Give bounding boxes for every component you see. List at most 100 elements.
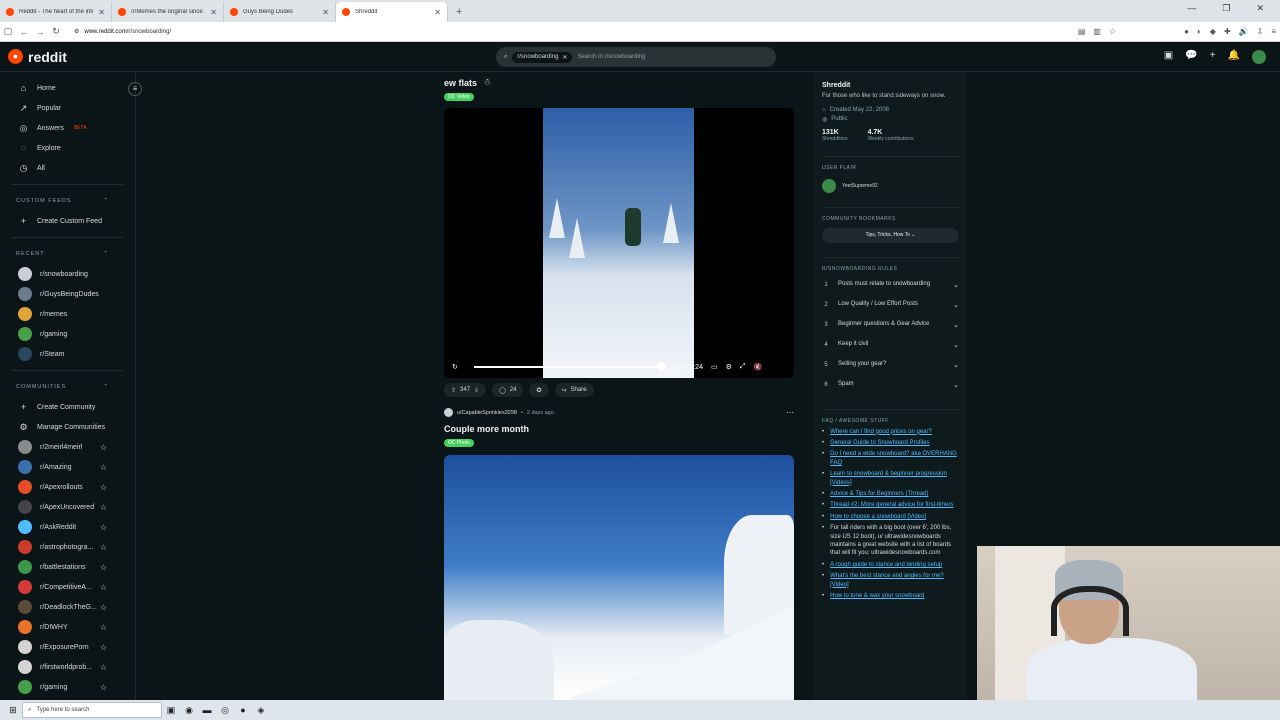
notifications-icon[interactable]: 🔔: [1228, 50, 1240, 64]
faq-link[interactable]: How to tune & wax your snowboard: [830, 592, 924, 600]
faq-link[interactable]: A rough guide to stance and binding setu…: [830, 561, 942, 569]
close-window-icon[interactable]: ✕: [1256, 3, 1264, 14]
faq-link[interactable]: What's the best stance and angles for me…: [830, 572, 959, 589]
nav-all[interactable]: ◷ All: [0, 158, 135, 178]
recent-community-item[interactable]: r/snowboarding: [0, 264, 135, 284]
collapse-sidebar-icon[interactable]: ≡: [128, 82, 142, 96]
collections-icon[interactable]: ▥: [1089, 27, 1105, 36]
refresh-icon[interactable]: ↻: [48, 26, 64, 37]
community-item[interactable]: r/ApexUncovered ☆: [0, 497, 135, 517]
faq-link[interactable]: Advice & Tips for Beginners (Thread): [830, 490, 928, 498]
edge-icon[interactable]: ◉: [180, 705, 198, 716]
post-title[interactable]: ew flats: [444, 78, 477, 88]
close-tab-icon[interactable]: ✕: [210, 8, 217, 17]
community-item[interactable]: r/DIWHY ☆: [0, 617, 135, 637]
volume-icon[interactable]: 🔊: [1235, 27, 1253, 36]
faq-link[interactable]: General Guide to Snowboard Profiles: [830, 439, 929, 447]
steam-icon[interactable]: ◎: [216, 705, 234, 716]
comments-button[interactable]: ◯ 24: [492, 383, 524, 397]
user-flair[interactable]: YeetSupreme92: [822, 178, 959, 193]
recent-community-item[interactable]: r/GuysBeingDudes: [0, 284, 135, 304]
rule-item[interactable]: 6 Spam ⌄: [822, 375, 959, 395]
firefox-icon[interactable]: ●: [234, 705, 252, 715]
community-item[interactable]: r/firstworldprob... ☆: [0, 657, 135, 677]
search-bar[interactable]: ⌕ r/snowboarding ✕ Search in r/snowboardi…: [496, 47, 776, 67]
award-button[interactable]: ✪: [529, 383, 549, 397]
share-button[interactable]: ↪ Share: [554, 383, 594, 397]
favorite-star-icon[interactable]: ☆: [100, 643, 107, 652]
nav-answers[interactable]: ◎ Answers BETA: [0, 118, 135, 138]
communities-section-header[interactable]: COMMUNITIES ⌃: [0, 377, 135, 397]
nav-explore[interactable]: ◌ Explore: [0, 138, 135, 158]
post-flair[interactable]: OC Video: [444, 93, 474, 101]
community-item[interactable]: r/Apexrollouts ☆: [0, 477, 135, 497]
browser-tab[interactable]: Reddit - The heart of the intern ✕: [0, 2, 112, 22]
video-player[interactable]: ↻ 0:24 / 0:24 ▭ ⚙ ⤢ 🔇: [444, 108, 794, 378]
url-field[interactable]: ⚙ www.reddit.com/r/snowboarding/: [74, 28, 171, 36]
post-flair[interactable]: OC Photo: [444, 439, 474, 447]
extensions-icon[interactable]: ✚: [1220, 27, 1235, 36]
favorite-star-icon[interactable]: ☆: [1105, 27, 1120, 36]
recent-section-header[interactable]: RECENT ⌃: [0, 244, 135, 264]
faq-link[interactable]: How to choose a snowboard [Video]: [830, 513, 926, 521]
post-image[interactable]: [444, 455, 794, 700]
extension-icon[interactable]: ●: [1180, 27, 1193, 36]
rule-item[interactable]: 1 Posts must relate to snowboarding ⌄: [822, 275, 959, 295]
post-title[interactable]: Couple more month: [444, 424, 529, 434]
video-progress-bar[interactable]: [473, 362, 666, 371]
task-view-icon[interactable]: ▣: [162, 705, 180, 716]
custom-feeds-section-header[interactable]: CUSTOM FEEDS ⌃: [0, 191, 135, 211]
nav-popular[interactable]: ↗ Popular: [0, 98, 135, 118]
rule-item[interactable]: 4 Keep it civil ⌄: [822, 335, 959, 355]
favorite-star-icon[interactable]: ☆: [100, 623, 107, 632]
nav-home[interactable]: ⌂ Home: [0, 78, 135, 98]
create-custom-feed-button[interactable]: + Create Custom Feed: [0, 211, 135, 231]
community-item[interactable]: r/AskReddit ☆: [0, 517, 135, 537]
replay-icon[interactable]: ↻: [452, 363, 458, 371]
close-tab-icon[interactable]: ✕: [434, 8, 441, 17]
community-item[interactable]: r/CompetitiveA... ☆: [0, 577, 135, 597]
clear-chip-icon[interactable]: ✕: [562, 54, 567, 61]
browser-tab[interactable]: Guys Being Dudes ✕: [224, 2, 336, 22]
favorite-star-icon[interactable]: ☆: [100, 443, 107, 452]
community-item[interactable]: r/gaming ☆: [0, 677, 135, 697]
faq-link[interactable]: Do I need a wide snowboard? aka OVERHANG…: [830, 450, 959, 467]
extension-icon[interactable]: ◆: [1206, 27, 1220, 36]
restore-icon[interactable]: ❐: [1222, 3, 1230, 14]
new-tab-icon[interactable]: +: [448, 2, 470, 22]
recent-community-item[interactable]: r/Steam: [0, 344, 135, 364]
community-item[interactable]: r/astrophotogra... ☆: [0, 537, 135, 557]
file-explorer-icon[interactable]: ▬: [198, 705, 216, 715]
community-item[interactable]: r/2meirl4meirl ☆: [0, 437, 135, 457]
advertise-icon[interactable]: ▣: [1164, 50, 1173, 64]
captions-icon[interactable]: ▭: [711, 363, 718, 371]
rule-item[interactable]: 3 Beginner questions & Gear Advice ⌄: [822, 315, 959, 335]
search-input[interactable]: Search in r/snowboarding: [577, 54, 645, 60]
rule-item[interactable]: 2 Low Quality / Low Effort Posts ⌄: [822, 295, 959, 315]
more-options-icon[interactable]: ⋯: [786, 408, 794, 417]
fullscreen-icon[interactable]: ⤢: [740, 363, 746, 371]
faq-link[interactable]: Thread #2: More general advice for first…: [830, 501, 953, 509]
favorite-star-icon[interactable]: ☆: [100, 483, 107, 492]
site-info-icon[interactable]: ⚙: [74, 28, 79, 35]
downloads-icon[interactable]: ⇩: [1253, 27, 1268, 36]
forward-icon[interactable]: →: [32, 27, 48, 37]
upvote-icon[interactable]: ⇧: [451, 387, 456, 394]
browser-tab[interactable]: /r/Memes the original since 20 ✕: [112, 2, 224, 22]
favorite-star-icon[interactable]: ☆: [100, 603, 107, 612]
windows-start-icon[interactable]: ⊞: [4, 705, 22, 716]
recent-community-item[interactable]: r/memes: [0, 304, 135, 324]
create-post-icon[interactable]: +: [1210, 50, 1216, 64]
recent-community-item[interactable]: r/gaming: [0, 324, 135, 344]
close-tab-icon[interactable]: ✕: [98, 8, 105, 17]
minimize-icon[interactable]: —: [1187, 3, 1196, 14]
browser-tab-active[interactable]: Shreddit ✕: [336, 2, 448, 22]
progress-handle[interactable]: [656, 362, 666, 371]
community-item[interactable]: r/ExposurePorn ☆: [0, 637, 135, 657]
community-item[interactable]: r/DeadlockTheG... ☆: [0, 597, 135, 617]
bookmark-button[interactable]: Tips, Tricks, How To ⌄: [822, 227, 959, 243]
author-avatar[interactable]: [444, 408, 453, 417]
settings-icon[interactable]: ⚙: [726, 363, 732, 371]
reader-icon[interactable]: ▤: [1074, 27, 1090, 36]
faq-link[interactable]: Where can I find good prices on gear?: [830, 428, 932, 436]
